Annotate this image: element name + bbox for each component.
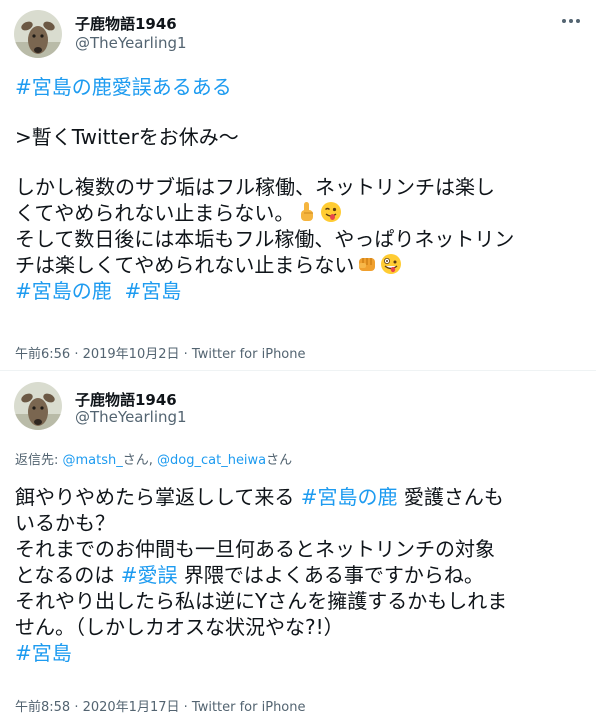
tweet-line: #宮島の鹿 #宮島 (15, 278, 585, 304)
author-handle[interactable]: @TheYearling1 (75, 34, 187, 52)
tweet-line: #宮島の鹿愛誤あるある (15, 74, 585, 100)
deer-avatar-icon (14, 10, 62, 58)
tweet-line: #宮島 (15, 640, 585, 666)
mention-link[interactable]: @matsh_ (63, 453, 123, 468)
hashtag-link[interactable]: #愛誤 (121, 563, 178, 587)
tweet-text: 餌やりやめたら掌返しして来る #宮島の鹿 愛護さんも いるかも？ それまでのお仲… (15, 484, 585, 666)
tweet-line: となるのは #愛誤 界隈ではよくある事ですからね。 (15, 563, 484, 587)
tweet-text: #宮島の鹿愛誤あるある >暫くTwitterをお休み〜 しかし複数のサブ垢はフル… (15, 74, 585, 304)
timestamp-link[interactable]: 午前8:58 · 2020年1月17日 (15, 700, 180, 715)
hashtag-link[interactable]: #宮島の鹿 (301, 485, 398, 509)
more-dots-icon (562, 19, 566, 23)
mention-link[interactable]: @dog_cat_heiwa (157, 453, 266, 468)
author-handle[interactable]: @TheYearling1 (75, 408, 187, 426)
tweet-line: いるかも？ (15, 511, 115, 535)
tweet-line: しかし複数のサブ垢はフル稼働、ネットリンチは楽し (15, 175, 495, 199)
tweet-line: それやり出したら私は逆にYさんを擁護するかもしれま (15, 589, 508, 613)
tweet-line: >暫くTwitterをお休み〜 (15, 125, 239, 149)
tweet-line: そして数日後には本垢もフル稼働、やっぱりネットリン (15, 227, 515, 251)
winking-tongue-emoji (321, 202, 342, 222)
author-name[interactable]: 子鹿物語1946 (75, 389, 177, 410)
source-link[interactable]: Twitter for iPhone (192, 347, 306, 362)
author-name[interactable]: 子鹿物語1946 (75, 13, 177, 34)
hashtag-link[interactable]: #宮島 (124, 279, 181, 303)
hashtag-link[interactable]: #宮島の鹿愛誤あるある (15, 75, 232, 99)
hashtag-link[interactable]: #宮島 (15, 641, 72, 665)
zany-face-emoji (381, 254, 402, 274)
tweet-line: それまでのお仲間も一旦何あるとネットリンチの対象 (15, 537, 495, 561)
source-link[interactable]: Twitter for iPhone (192, 700, 306, 715)
tweet: 子鹿物語1946 @TheYearling1 返信先: @matsh_さん, @… (0, 370, 596, 725)
tweet-meta: 午前6:56 · 2019年10月2日 · Twitter for iPhone (15, 347, 306, 362)
pointing-finger-emoji (301, 202, 314, 221)
tweet-line: せん。（しかしカオスな状況やな?!） (15, 615, 344, 639)
hashtag-link[interactable]: #宮島の鹿 (15, 279, 112, 303)
avatar[interactable] (14, 382, 62, 430)
tweet-line: くてやめられない止まらない。 (15, 200, 585, 226)
tweet-line: チは楽しくてやめられない止まらない (15, 252, 585, 278)
deer-avatar-icon (14, 382, 62, 430)
more-options-button[interactable] (560, 10, 582, 32)
reply-context: 返信先: @matsh_さん, @dog_cat_heiwaさん (15, 453, 293, 468)
tweet-meta: 午前8:58 · 2020年1月17日 · Twitter for iPhone (15, 700, 306, 715)
tweet-line: 餌やりやめたら掌返しして来る #宮島の鹿 愛護さんも (15, 485, 504, 509)
avatar[interactable] (14, 10, 62, 58)
timestamp-link[interactable]: 午前6:56 · 2019年10月2日 (15, 347, 180, 362)
tweet: 子鹿物語1946 @TheYearling1 #宮島の鹿愛誤あるある >暫くTw… (0, 0, 596, 370)
fist-emoji (359, 258, 376, 271)
